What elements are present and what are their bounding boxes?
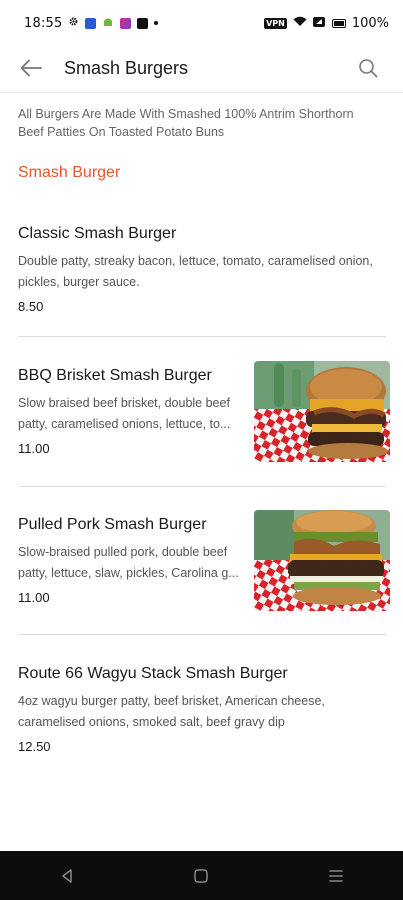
item-name: Classic Smash Burger xyxy=(18,225,177,242)
section-title: Smash Burger xyxy=(18,164,121,181)
page-title: Smash Burgers xyxy=(64,58,189,78)
menu-item-classic-smash-burger[interactable]: Classic Smash Burger Double patty, strea… xyxy=(18,225,386,314)
signal-icon xyxy=(312,16,326,31)
menu-item-pulled-pork-smash-burger[interactable]: Pulled Pork Smash Burger Slow-braised pu… xyxy=(18,510,390,611)
nav-recents-button[interactable] xyxy=(316,856,356,896)
battery-icon xyxy=(331,18,346,28)
item-price: 11.00 xyxy=(18,441,50,456)
menu-item-route-66-wagyu-stack-smash-burger[interactable]: Route 66 Wagyu Stack Smash Burger 4oz wa… xyxy=(18,665,386,754)
divider xyxy=(18,486,386,487)
item-description: 4oz wagyu burger patty, beef brisket, Am… xyxy=(18,694,325,729)
back-button[interactable] xyxy=(16,53,46,83)
item-name: Pulled Pork Smash Burger xyxy=(18,516,207,533)
status-right: VPN 100% xyxy=(264,16,389,31)
item-description: Double patty, streaky bacon, lettuce, to… xyxy=(18,254,373,289)
status-bar: 18:55 VPN 100% xyxy=(0,0,403,46)
divider xyxy=(18,336,386,337)
menu-item-bbq-brisket-smash-burger[interactable]: BBQ Brisket Smash Burger Slow braised be… xyxy=(18,361,390,462)
item-price: 12.50 xyxy=(18,739,51,754)
instagram-app-icon xyxy=(120,17,132,29)
item-description: Slow-braised pulled pork, double beef pa… xyxy=(18,545,239,580)
item-text: BBQ Brisket Smash Burger Slow braised be… xyxy=(18,367,250,456)
triangle-back-icon xyxy=(62,868,72,883)
divider xyxy=(18,634,386,635)
nav-home-button[interactable] xyxy=(181,856,221,896)
search-button[interactable] xyxy=(353,53,383,83)
category-description: All Burgers Are Made With Smashed 100% A… xyxy=(18,107,354,139)
settings-gear-icon xyxy=(68,16,79,31)
status-left: 18:55 xyxy=(24,15,159,31)
nav-back-button[interactable] xyxy=(47,856,87,896)
status-time: 18:55 xyxy=(24,15,63,31)
bbq-brisket-burger-image[interactable] xyxy=(254,361,390,462)
messenger-app-icon xyxy=(85,17,97,29)
item-description: Slow braised beef brisket, double beef p… xyxy=(18,396,231,431)
item-price: 11.00 xyxy=(18,590,50,605)
square-home-icon xyxy=(194,868,209,883)
pulled-pork-burger-image[interactable] xyxy=(254,510,390,611)
more-notifications-dot-icon xyxy=(154,21,159,25)
item-text: Pulled Pork Smash Burger Slow-braised pu… xyxy=(18,516,250,605)
app-notification-icon xyxy=(137,17,149,29)
battery-percentage: 100% xyxy=(351,15,389,31)
item-price: 8.50 xyxy=(18,299,44,314)
vpn-badge: VPN xyxy=(264,17,287,29)
search-icon xyxy=(359,59,378,78)
android-icon xyxy=(102,16,114,31)
menu-lines-icon xyxy=(329,869,343,882)
app-bar: Smash Burgers xyxy=(0,46,403,93)
item-name: Route 66 Wagyu Stack Smash Burger xyxy=(18,665,288,682)
item-name: BBQ Brisket Smash Burger xyxy=(18,367,212,384)
back-arrow-icon xyxy=(20,59,42,77)
system-navigation-bar xyxy=(0,851,403,900)
wifi-icon xyxy=(293,16,307,31)
